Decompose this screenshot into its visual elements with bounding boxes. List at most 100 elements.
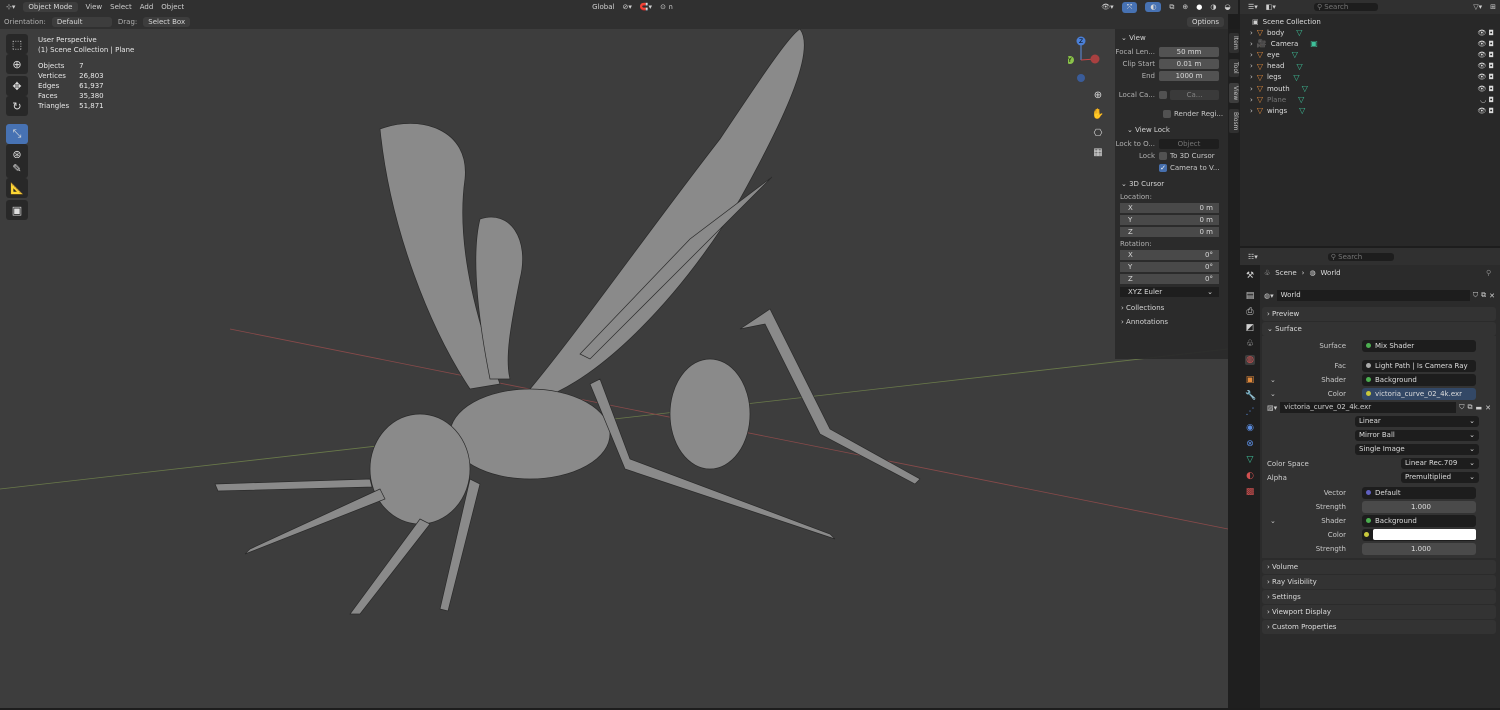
color2-field[interactable] [1362, 528, 1476, 541]
data-tab-icon[interactable]: ▽ [1245, 455, 1255, 465]
visibility-render-icons[interactable]: 👁 ◘ [1477, 85, 1494, 93]
shading-rendered-icon[interactable]: ◒ [1225, 3, 1231, 11]
pin-icon[interactable]: ⚲ [1486, 269, 1491, 277]
outliner-item[interactable]: › ▽ wings ▽ 👁 ◘ [1250, 105, 1498, 116]
surface-shader-field[interactable]: Mix Shader [1362, 339, 1476, 352]
camera-data-icon[interactable]: ▣ [1310, 39, 1318, 48]
expand-arrow-icon[interactable]: › [1250, 29, 1253, 37]
new-collection-icon[interactable]: ⊞ [1490, 3, 1496, 11]
fake-user-icon[interactable]: ⛉ [1473, 291, 1478, 300]
view-lock-header[interactable]: ⌄ View Lock [1115, 123, 1228, 137]
viewport-display-panel-header[interactable]: › Viewport Display [1262, 605, 1496, 619]
visibility-render-icons[interactable]: 👁 ◘ [1477, 29, 1494, 37]
open-folder-icon[interactable]: ▬ [1476, 404, 1483, 412]
expand-arrow-icon[interactable]: › [1250, 62, 1253, 70]
render-tab-icon[interactable]: ▤ [1245, 291, 1255, 301]
world-browse-icon[interactable]: ◍▾ [1264, 292, 1274, 300]
cursor-rot-y[interactable]: Y 0° [1115, 261, 1228, 272]
scale-tool[interactable]: ⤡ [6, 124, 28, 144]
image-name-field[interactable]: victoria_curve_02_4k.exr [1280, 402, 1457, 413]
constraints-tab-icon[interactable]: ⊗ [1245, 439, 1255, 449]
color2-swatch[interactable] [1373, 529, 1476, 540]
mesh-data-icon[interactable]: ▽ [1292, 50, 1298, 59]
tab-item[interactable]: Item [1229, 33, 1239, 53]
local-camera-checkbox[interactable] [1159, 90, 1167, 99]
cursor-tool[interactable]: ⊕ [6, 54, 28, 74]
view-layer-tab-icon[interactable]: ◩ [1245, 323, 1255, 333]
texture-tab-icon[interactable]: ▩ [1245, 487, 1255, 497]
scene-collection-item[interactable]: ▣ Scene Collection [1252, 16, 1500, 27]
expand-arrow-icon[interactable]: › [1250, 85, 1253, 93]
xray-icon[interactable]: ⧉ [1169, 3, 1174, 12]
collections-header[interactable]: › Collections [1115, 301, 1228, 315]
strength2-field[interactable]: 1.000 [1362, 542, 1476, 555]
outliner-item[interactable]: › ▽ eye ▽ 👁 ◘ [1250, 49, 1498, 60]
mesh-data-icon[interactable]: ▽ [1299, 106, 1305, 115]
filter-icon[interactable]: ▽▾ [1473, 3, 1482, 11]
to-3d-cursor-checkbox[interactable] [1159, 151, 1167, 160]
outliner-search-input[interactable]: ⚲ Search [1313, 3, 1378, 11]
visibility-render-icons[interactable]: 👁 ◘ [1477, 73, 1494, 81]
duplicate-icon[interactable]: ⧉ [1468, 403, 1473, 412]
editor-type-icon[interactable]: ☷▾ [1248, 253, 1258, 261]
fac-field[interactable]: Light Path | Is Camera Ray [1362, 359, 1476, 372]
outliner-item[interactable]: › ▽ head ▽ 👁 ◘ [1250, 61, 1498, 72]
settings-panel-header[interactable]: › Settings [1262, 590, 1496, 604]
expand-arrow-icon[interactable]: › [1250, 107, 1253, 115]
world-name-field[interactable]: World [1276, 290, 1470, 301]
expand-arrow-icon[interactable]: › [1250, 96, 1253, 104]
tab-tool[interactable]: Tool [1229, 59, 1239, 77]
overlay-toggle[interactable]: ◐ [1145, 2, 1162, 12]
options-dropdown[interactable]: Options [1186, 16, 1224, 27]
interpolation-dropdown[interactable]: Linear ⌄ [1355, 416, 1479, 427]
tab-view[interactable]: View [1229, 83, 1239, 104]
clip-end-field[interactable]: 1000 m [1159, 70, 1219, 81]
visibility-render-icons[interactable]: ◡ ◘ [1480, 96, 1494, 104]
cursor-loc-x[interactable]: X0 m [1115, 202, 1228, 213]
menu-add[interactable]: Add [140, 3, 154, 11]
cursor-rot-x[interactable]: X 0° [1115, 249, 1228, 260]
visibility-render-icons[interactable]: 👁 ◘ [1477, 40, 1494, 48]
expand-arrow-icon[interactable]: › [1250, 51, 1253, 59]
duplicate-icon[interactable]: ⧉ [1481, 291, 1486, 300]
surface-panel-header[interactable]: ⌄ Surface [1262, 322, 1496, 336]
pan-hand-icon[interactable]: ✋ [1091, 105, 1105, 124]
properties-search-input[interactable]: ⚲ Search [1327, 252, 1394, 261]
expand-chevron-icon[interactable]: ⌄ [1270, 376, 1276, 384]
rotate-tool[interactable]: ↻ [6, 96, 28, 116]
gizmo-toggle[interactable]: ⤧ [1121, 1, 1138, 13]
visibility-render-icons[interactable]: 👁 ◘ [1477, 107, 1494, 115]
annotations-header[interactable]: › Annotations [1115, 315, 1228, 329]
shader1-field[interactable]: Background [1362, 373, 1476, 386]
render-region-row[interactable]: Render Regi... [1115, 108, 1228, 119]
outliner-item[interactable]: › ▽ mouth ▽ 👁 ◘ [1250, 83, 1498, 94]
outliner-item[interactable]: › ▽ Plane ▽ ◡ ◘ [1250, 94, 1498, 105]
camera-to-view-checkbox[interactable]: ✓ [1159, 163, 1167, 172]
unlink-icon[interactable]: ✕ [1485, 404, 1491, 412]
physics-tab-icon[interactable]: ◉ [1245, 423, 1255, 433]
cursor-loc-y[interactable]: Y0 m [1115, 214, 1228, 225]
measure-tool[interactable]: 📐 [6, 178, 28, 198]
3d-cursor-header[interactable]: ⌄ 3D Cursor [1115, 177, 1228, 191]
transform-orientation-dropdown[interactable]: Global [592, 3, 614, 11]
menu-view[interactable]: View [86, 3, 103, 11]
lock-to-object-field[interactable]: Object [1159, 138, 1219, 149]
proportional-edit-icon[interactable]: ⊙ ∩ [660, 3, 673, 11]
select-box-tool[interactable]: ⬚ [6, 34, 28, 54]
volume-panel-header[interactable]: › Volume [1262, 560, 1496, 574]
visibility-render-icons[interactable]: 👁 ◘ [1477, 51, 1494, 59]
menu-select[interactable]: Select [110, 3, 132, 11]
scene-tab-icon[interactable]: ♧ [1245, 339, 1255, 349]
move-tool[interactable]: ✥ [6, 76, 28, 96]
mesh-data-icon[interactable]: ▽ [1302, 84, 1308, 93]
display-mode-icon[interactable]: ☰▾ [1248, 3, 1258, 11]
world-tab-icon[interactable]: ◍ [1245, 355, 1255, 365]
editor-type-icon[interactable]: ⊹▾ [6, 3, 15, 11]
3d-viewport[interactable] [0, 28, 1229, 708]
outliner-item[interactable]: › 🎥 Camera ▣ 👁 ◘ [1250, 38, 1498, 49]
mode-dropdown[interactable]: Object Mode [23, 2, 78, 12]
camera-view-icon[interactable]: ⎔ [1091, 124, 1105, 143]
pivot-icon[interactable]: ⊘▾ [622, 3, 631, 11]
output-tab-icon[interactable]: ⎙ [1245, 307, 1255, 317]
navigation-gizmo[interactable]: Z Y [1068, 34, 1108, 84]
